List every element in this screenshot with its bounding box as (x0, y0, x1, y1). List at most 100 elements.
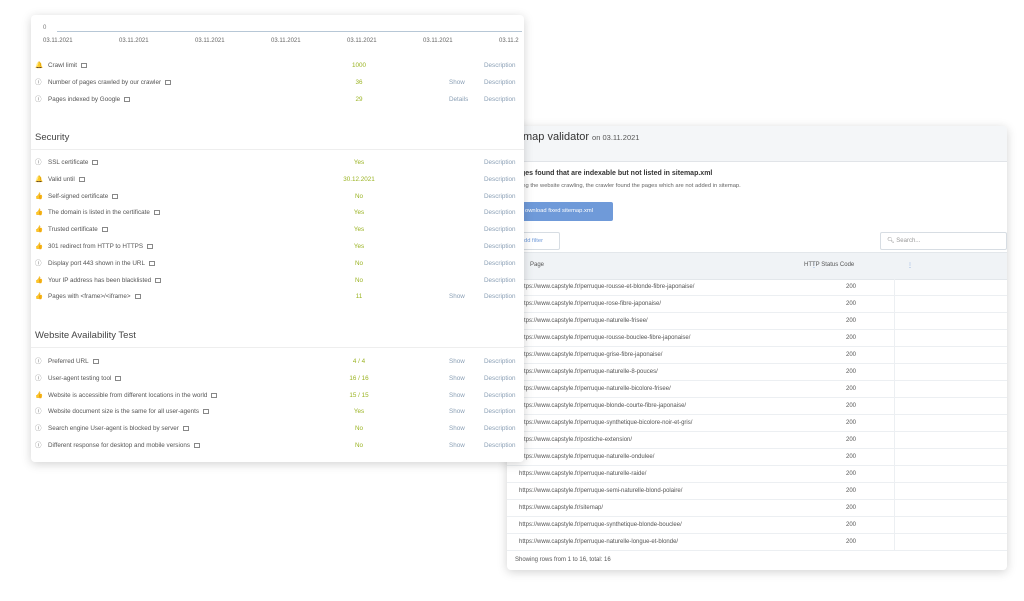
status-code: 200 (846, 369, 857, 375)
audit-value: 29 (355, 96, 363, 103)
description-link[interactable]: Description (484, 62, 516, 69)
page-url[interactable]: https://www.capstyle.fr/perruque-blonde-… (519, 403, 686, 409)
help-icon[interactable] (147, 244, 154, 249)
help-icon[interactable] (92, 359, 99, 364)
page-url[interactable]: https://www.capstyle.fr/perruque-naturel… (519, 318, 648, 324)
help-icon[interactable] (155, 277, 162, 283)
description-link[interactable]: Description (484, 79, 516, 86)
audit-value: No (354, 442, 364, 449)
table-row: https://www.capstyle.fr/perruque-naturel… (507, 534, 1007, 551)
description-link[interactable]: Description (484, 392, 516, 399)
page-url[interactable]: https://www.capstyle.fr/perruque-grise-f… (519, 352, 662, 358)
description-link[interactable]: Description (484, 408, 516, 415)
help-icon[interactable] (78, 176, 85, 182)
audit-label: Self-signed certificate (48, 193, 119, 200)
add-filter-button[interactable]: dd filter (518, 232, 560, 250)
help-icon[interactable] (134, 294, 141, 300)
status-code: 200 (846, 301, 857, 307)
download-sitemap-button[interactable]: ownload fixed sitemap.xml (518, 202, 613, 221)
description-link[interactable]: Description (484, 209, 516, 216)
page-url[interactable]: https://www.capstyle.fr/perruque-synthet… (519, 522, 682, 528)
page-url[interactable]: https://www.capstyle.fr/perruque-synthet… (519, 420, 692, 426)
help-icon[interactable] (203, 409, 210, 415)
show-link[interactable]: Show (449, 358, 465, 365)
timeline-date-label: 03.11.2021 (195, 38, 225, 44)
audit-value: Yes (353, 243, 365, 250)
audit-value: 15 / 15 (349, 391, 369, 399)
description-link[interactable]: Description (484, 243, 516, 250)
timeline-zero-label: 0 (43, 25, 47, 31)
column-header-status[interactable]: HTTP Status Code (804, 262, 854, 268)
page-url[interactable]: https://www.capstyle.fr/perruque-naturel… (519, 386, 671, 392)
section-description: ing the website crawling, the crawler fo… (521, 183, 741, 189)
audit-value: Yes (353, 226, 365, 234)
page-url[interactable]: https://www.capstyle.fr/perruque-rousse-… (519, 335, 690, 341)
page-url[interactable]: https://www.capstyle.fr/postiche-extensi… (519, 437, 632, 443)
description-link[interactable]: Description (484, 96, 516, 103)
table-header: Page ⋮ HTTP Status Code ⋮ (507, 252, 1007, 280)
show-link[interactable]: Show (449, 442, 465, 449)
column-resize-handle[interactable]: ⋮ (907, 262, 913, 269)
description-link[interactable]: Description (484, 375, 516, 382)
help-icon[interactable] (124, 97, 131, 102)
help-icon[interactable] (153, 210, 160, 216)
help-icon[interactable] (148, 260, 155, 266)
page-url[interactable]: https://www.capstyle.fr/sitemap/ (519, 505, 603, 511)
status-code: 200 (846, 335, 857, 341)
show-link[interactable]: Show (449, 408, 465, 415)
show-link[interactable]: Show (449, 293, 465, 300)
help-icon[interactable] (211, 392, 218, 398)
help-icon[interactable] (81, 63, 88, 68)
timeline-date-label: 03.11.2021 (119, 38, 149, 44)
bell-icon: 🔔 (35, 175, 44, 183)
audit-row: ⓘ Preferred URL 4 / 4 Show Description (31, 356, 524, 372)
description-link[interactable]: Description (484, 159, 516, 166)
table-row: https://www.capstyle.fr/perruque-semi-na… (507, 483, 1007, 500)
help-icon[interactable] (194, 443, 200, 448)
page-url[interactable]: https://www.capstyle.fr/perruque-naturel… (519, 454, 654, 460)
help-icon[interactable] (92, 160, 99, 165)
description-link[interactable]: Description (484, 442, 516, 449)
cell-divider (894, 517, 895, 534)
help-icon[interactable] (101, 227, 108, 233)
page-url[interactable]: https://www.capstyle.fr/perruque-rose-fi… (519, 301, 661, 307)
thumb-icon: 👍 (35, 226, 44, 234)
description-link[interactable]: Description (484, 277, 516, 284)
show-link[interactable]: Show (449, 392, 465, 399)
help-icon[interactable] (182, 426, 189, 432)
show-link[interactable]: Show (449, 375, 465, 382)
description-link[interactable]: Description (484, 226, 516, 233)
cell-divider (894, 398, 895, 415)
info-icon: ⓘ (35, 442, 42, 449)
description-link[interactable]: Description (484, 260, 516, 267)
description-link[interactable]: Description (484, 293, 516, 300)
column-header-page[interactable]: Page (530, 262, 544, 268)
show-link[interactable]: Show (449, 425, 465, 432)
audit-row: 🔔 Crawl limit 1000 Description (31, 60, 524, 76)
search-icon: 🔍︎ (887, 238, 895, 244)
help-icon[interactable] (115, 375, 122, 381)
details-link[interactable]: Details (449, 96, 468, 103)
audit-label: 301 redirect from HTTP to HTTPS (48, 243, 154, 250)
page-url[interactable]: https://www.capstyle.fr/perruque-naturel… (519, 539, 678, 545)
page-url[interactable]: https://www.capstyle.fr/perruque-naturel… (519, 369, 658, 375)
cell-divider (894, 296, 895, 313)
section-subtitle: ges found that are indexable but not lis… (521, 170, 713, 177)
description-link[interactable]: Description (484, 193, 516, 200)
search-input[interactable]: 🔍︎ Search... (880, 232, 1007, 250)
description-link[interactable]: Description (484, 358, 516, 365)
info-icon: ⓘ (35, 159, 42, 166)
description-link[interactable]: Description (484, 425, 516, 432)
status-code: 200 (846, 539, 857, 545)
page-url[interactable]: https://www.capstyle.fr/perruque-naturel… (519, 471, 646, 477)
table-row: https://www.capstyle.fr/perruque-synthet… (507, 415, 1007, 432)
description-link[interactable]: Description (484, 176, 516, 183)
table-row: https://www.capstyle.fr/perruque-naturel… (507, 466, 1007, 483)
help-icon[interactable] (165, 80, 172, 85)
audit-row: ⓘ Pages indexed by Google 29 Details Descrip… (31, 94, 524, 110)
help-icon[interactable] (112, 193, 119, 199)
page-url[interactable]: https://www.capstyle.fr/perruque-rousse-… (519, 284, 694, 290)
crawl-timeline: 0 03.11.2021 03.11.2021 03.11.2021 03.11.20… (43, 25, 522, 53)
page-url[interactable]: https://www.capstyle.fr/perruque-semi-na… (519, 488, 682, 494)
show-link[interactable]: Show (449, 79, 465, 86)
